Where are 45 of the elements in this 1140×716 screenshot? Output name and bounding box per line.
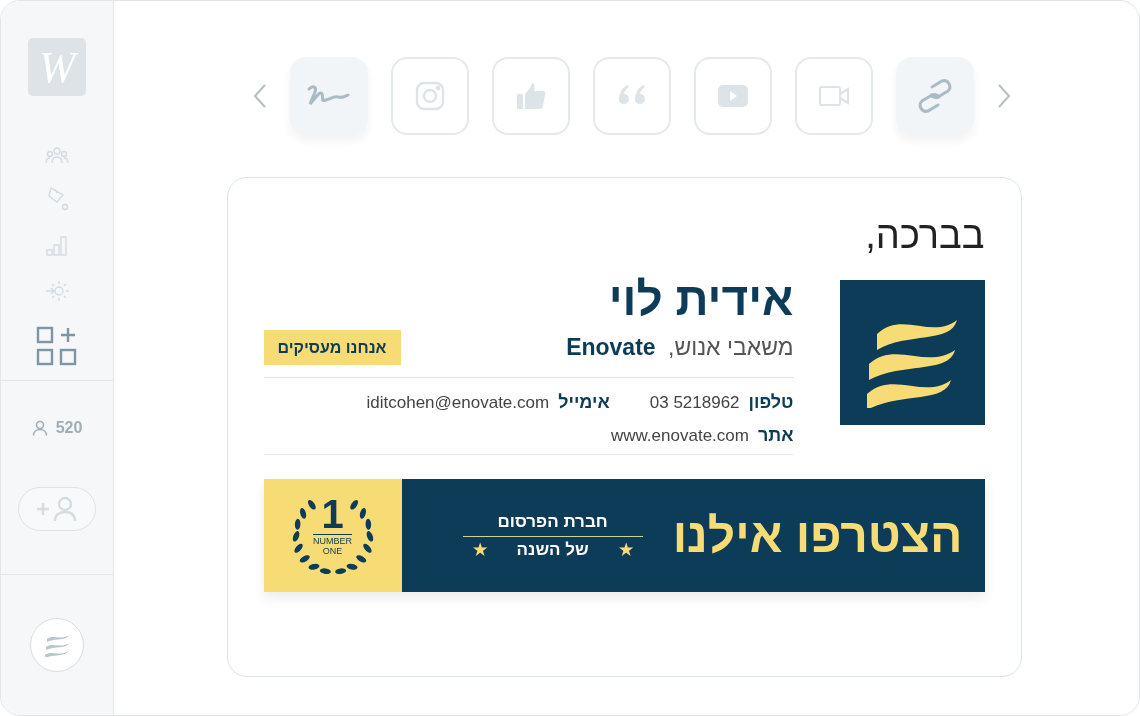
user-count: 520 <box>55 419 83 437</box>
thumbs-up-icon <box>515 82 546 110</box>
person-name: אידית לוי <box>607 274 794 324</box>
user-icon <box>31 420 48 436</box>
add-user-icon <box>35 496 79 522</box>
contact-value: iditcohen@enovate.com <box>366 393 550 413</box>
contact-label: אתר <box>757 425 794 446</box>
sidebar-item[interactable] <box>44 146 70 164</box>
next-button[interactable] <box>996 83 1011 109</box>
waves-icon <box>43 633 71 657</box>
chevron-right-icon <box>996 83 1011 109</box>
team-icon <box>44 146 70 164</box>
toolbar-button[interactable] <box>289 57 368 135</box>
video-camera-icon <box>817 85 850 107</box>
sidebar-item[interactable] <box>45 186 69 212</box>
play-icon <box>716 84 749 108</box>
badge-text: NUMBER ONE <box>313 533 352 556</box>
toolbar-button[interactable] <box>390 57 469 135</box>
award-title: חברת הפרסום <box>497 511 608 532</box>
bar-chart-icon <box>45 234 69 256</box>
greeting: בברכה, <box>864 213 985 258</box>
add-widget-icon <box>36 326 78 366</box>
hiring-tag: אנחנו מעסיקים <box>263 330 401 365</box>
brand-logo[interactable] <box>30 618 84 672</box>
star-icon: ★ <box>618 540 633 559</box>
chevron-left-icon <box>252 83 267 109</box>
toolbar-button[interactable] <box>794 57 873 135</box>
award-subtitle: של השנה <box>516 539 589 560</box>
toolbar-button[interactable] <box>592 57 671 135</box>
contact-value: 03 5218962 <box>649 393 740 413</box>
contact-label: טלפון <box>748 392 794 413</box>
previous-button[interactable] <box>252 83 267 109</box>
contact-value: www.enovate.com <box>610 426 749 446</box>
sidebar-item[interactable] <box>45 234 69 256</box>
star-icon: ★ <box>472 540 487 559</box>
paint-bucket-icon <box>45 186 69 212</box>
toolbar-button[interactable] <box>693 57 772 135</box>
badge-number: 1 <box>321 493 344 534</box>
contact-label: אימייל <box>558 392 610 413</box>
rounded-camera-icon <box>414 81 445 111</box>
toolbar-button[interactable] <box>491 57 570 135</box>
sidebar-item[interactable] <box>36 326 78 366</box>
banner-headline: הצטרפו אילנו <box>672 508 963 563</box>
add-user-button[interactable] <box>18 487 96 531</box>
toolbar-button[interactable] <box>895 57 974 135</box>
